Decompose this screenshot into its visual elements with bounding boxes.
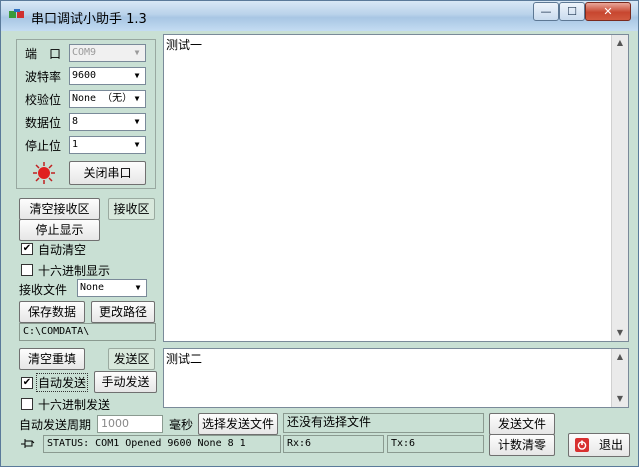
receive-file-select[interactable]: None ▼ [77,279,147,297]
parity-value: None （无） [72,93,133,104]
chevron-down-icon: ▼ [129,137,145,153]
stopbits-select[interactable]: 1 ▼ [69,136,146,154]
maximize-button[interactable]: ☐ [559,2,585,21]
receive-content: 测试一 [166,38,203,52]
stopbits-label: 停止位 [25,139,62,153]
baud-select[interactable]: 9600 ▼ [69,67,146,85]
count-clear-button[interactable]: 计数清零 [489,434,555,456]
window-title: 串口调试小助手 1.3 [31,12,147,27]
parity-label: 校验位 [25,93,62,107]
clear-send-button[interactable]: 清空重填 [19,348,85,370]
app-window: 串口调试小助手 1.3 — ☐ ✕ 端 口 COM9 ▼ 波特率 9600 ▼ … [0,0,639,467]
power-icon [575,438,589,452]
scroll-up-icon[interactable]: ▲ [612,349,628,365]
auto-send-label: 自动发送 [36,373,89,392]
parity-select[interactable]: None （无） ▼ [69,90,146,108]
close-port-button[interactable]: 关闭串口 [69,161,146,185]
chevron-down-icon: ▼ [129,91,145,107]
auto-clear-checkbox[interactable]: ✔ [21,243,33,255]
send-file-button[interactable]: 发送文件 [489,413,555,435]
choose-send-file-button[interactable]: 选择发送文件 [198,413,278,435]
scroll-up-icon[interactable]: ▲ [612,35,628,51]
chevron-down-icon: ▼ [129,68,145,84]
minimize-button[interactable]: — [533,2,559,21]
close-button[interactable]: ✕ [585,2,631,21]
clear-receive-button[interactable]: 清空接收区 [19,198,100,220]
port-value: COM9 [72,47,97,58]
save-path-field: C:\COMDATA\ [19,323,156,341]
exit-label: 退出 [599,438,624,452]
port-label: 端 口 [25,47,62,61]
databits-label: 数据位 [25,116,62,130]
receive-file-value: None [80,282,105,293]
send-period-input[interactable]: 1000 [97,415,163,433]
hex-send-checkbox[interactable] [21,398,33,410]
auto-send-checkbox[interactable]: ✔ [21,377,33,389]
app-icon [9,9,24,18]
auto-clear-label: 自动清空 [38,243,87,257]
chevron-down-icon: ▼ [129,45,145,61]
baud-label: 波特率 [25,70,62,84]
hex-send-label: 十六进制发送 [38,398,111,412]
status-text: STATUS: COM1 Opened 9600 None 8 1 [43,435,281,453]
send-scrollbar[interactable]: ▲ ▼ [611,349,628,407]
receive-textarea[interactable]: 测试一 ▲ ▼ [163,34,629,342]
databits-value: 8 [72,116,79,127]
save-data-button[interactable]: 保存数据 [19,301,85,323]
rx-counter: Rx:6 [283,435,384,453]
exit-button[interactable]: 退出 [568,433,630,457]
send-period-label: 自动发送周期 [19,418,92,432]
manual-send-button[interactable]: 手动发送 [94,371,157,393]
hex-display-checkbox[interactable] [21,264,33,276]
hex-display-label: 十六进制显示 [38,264,111,278]
databits-select[interactable]: 8 ▼ [69,113,146,131]
change-path-button[interactable]: 更改路径 [91,301,155,323]
port-select[interactable]: COM9 ▼ [69,44,146,62]
baud-value: 9600 [72,70,97,81]
scroll-down-icon[interactable]: ▼ [612,391,628,407]
receive-scrollbar[interactable]: ▲ ▼ [611,35,628,341]
scroll-down-icon[interactable]: ▼ [612,325,628,341]
receive-area-label-button: 接收区 [108,198,155,220]
chevron-down-icon: ▼ [130,280,146,296]
receive-file-label: 接收文件 [19,283,68,297]
period-unit-label: 毫秒 [169,418,194,432]
title-bar[interactable]: 串口调试小助手 1.3 — ☐ ✕ [1,1,638,31]
chevron-down-icon: ▼ [129,114,145,130]
stopbits-value: 1 [72,139,79,150]
tx-counter: Tx:6 [387,435,484,453]
pin-icon[interactable] [21,438,35,450]
send-area-label-button: 发送区 [108,348,155,370]
red-led-icon [33,162,55,184]
send-textarea[interactable]: 测试二 ▲ ▼ [163,348,629,408]
send-content: 测试二 [166,352,203,366]
stop-display-button[interactable]: 停止显示 [19,219,100,241]
send-file-status: 还没有选择文件 [283,413,484,433]
